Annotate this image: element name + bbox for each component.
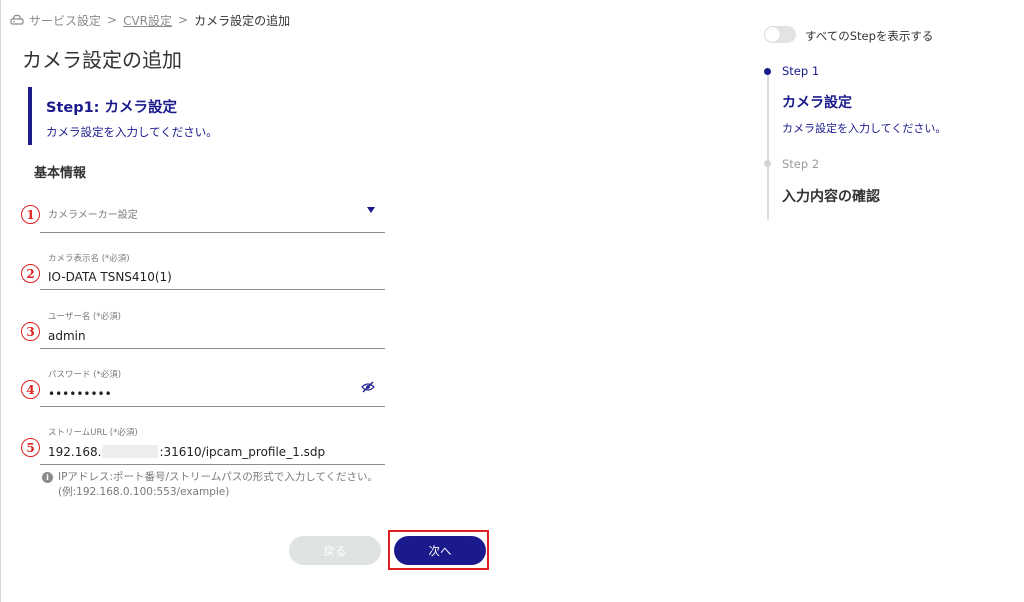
display-name-label: カメラ表示名 (*必須) [48,254,130,264]
breadcrumb: サービス設定 > CVR設定 > カメラ設定の追加 [10,11,290,29]
step-2-inactive-dot [764,160,771,167]
username-label: ユーザー名 (*必須) [48,312,121,322]
step-header: Step1: カメラ設定 カメラ設定を入力してください。 [28,87,388,145]
stepper-step-1-description: カメラ設定を入力してください。 [782,122,947,135]
display-name-field[interactable]: カメラ表示名 (*必須) IO-DATA TSNS410(1) [40,248,385,290]
stepper-step-1-label[interactable]: Step 1 [782,64,819,78]
stream-url-value[interactable]: 192.168. :31610/ipcam_profile_1.sdp [48,445,325,459]
annotation-marker-3: 3 [21,322,40,341]
step-description: カメラ設定を入力してください。 [46,125,218,139]
toggle-label: すべてのStepを表示する [805,29,934,43]
router-icon[interactable] [10,14,24,26]
breadcrumb-current: カメラ設定の追加 [194,13,291,28]
username-value[interactable]: admin [48,329,86,343]
stream-url-label: ストリームURL (*必須) [48,428,138,438]
step-1-active-dot [764,68,771,75]
show-all-steps-toggle[interactable] [764,26,796,43]
back-button[interactable]: 戻る [289,536,381,565]
redacted-ip-segment [102,445,159,458]
password-value[interactable]: ••••••••• [48,387,112,401]
dropdown-triangle-icon[interactable] [367,207,375,213]
stepper-step-2-title: 入力内容の確認 [782,189,880,205]
annotation-marker-4: 4 [21,380,40,399]
password-field[interactable]: パスワード (*必須) ••••••••• [40,364,385,407]
stream-url-suffix: :31610/ipcam_profile_1.sdp [159,445,326,459]
breadcrumb-service-settings[interactable]: サービス設定 [29,12,101,29]
info-icon: i [42,472,53,483]
stepper-step-2-label[interactable]: Step 2 [782,157,819,171]
breadcrumb-cvr-settings[interactable]: CVR設定 [123,12,172,29]
stream-url-prefix: 192.168. [48,445,102,459]
camera-maker-select[interactable]: カメラメーカー設定 [40,196,385,233]
camera-maker-placeholder: カメラメーカー設定 [48,210,138,221]
breadcrumb-separator: > [107,13,118,27]
breadcrumb-separator: > [178,13,189,27]
eye-off-icon[interactable] [361,378,375,393]
stream-url-hint: i IPアドレス:ポート番号/ストリームパスの形式で入力してください。(例:19… [42,470,382,500]
window-border [0,0,1,602]
display-name-value[interactable]: IO-DATA TSNS410(1) [48,270,172,284]
annotation-highlight-box [388,530,489,570]
section-label-basic-info: 基本情報 [34,166,87,181]
password-label: パスワード (*必須) [48,370,122,380]
stepper-line [767,72,769,220]
toggle-knob [765,27,780,42]
annotation-marker-5: 5 [21,438,40,457]
step-title: Step1: カメラ設定 [46,100,178,116]
page-title: カメラ設定の追加 [22,48,182,72]
stream-url-field[interactable]: ストリームURL (*必須) 192.168. :31610/ipcam_prof… [40,422,385,465]
stepper-step-1-title: カメラ設定 [782,95,852,111]
stream-url-hint-text: IPアドレス:ポート番号/ストリームパスの形式で入力してください。(例:192.… [58,471,379,498]
annotation-marker-1: 1 [21,205,40,224]
username-field[interactable]: ユーザー名 (*必須) admin [40,306,385,349]
annotation-marker-2: 2 [21,264,40,283]
